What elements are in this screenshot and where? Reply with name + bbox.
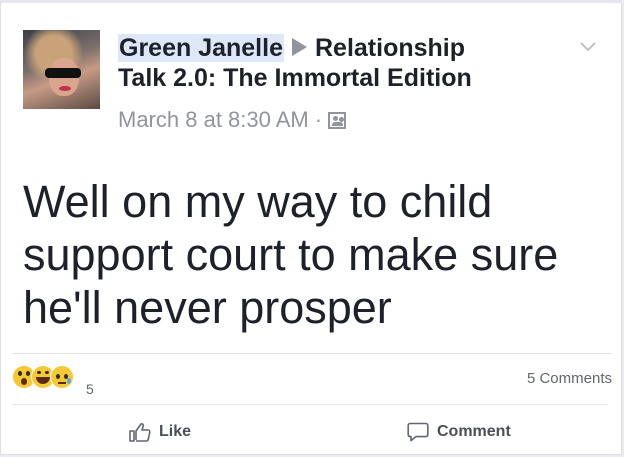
like-button[interactable]: Like xyxy=(129,417,191,447)
divider xyxy=(12,404,608,405)
post-body: Well on my way to child support court to… xyxy=(23,175,603,334)
post-card: Green Janelle Relationship Talk 2.0: The … xyxy=(0,0,622,455)
post-body-line: Well on my way to child xyxy=(23,176,493,227)
post-header: Green Janelle Relationship Talk 2.0: The … xyxy=(118,33,558,93)
thumbs-up-icon xyxy=(129,423,151,442)
arrow-right-icon xyxy=(291,38,307,57)
post-stats: 5 5 Comments xyxy=(12,353,612,404)
post-body-line: support court to make sure xyxy=(23,229,559,280)
chevron-down-icon[interactable] xyxy=(579,37,597,55)
group-icon xyxy=(328,112,347,129)
sad-reaction-icon xyxy=(50,365,74,389)
author-name[interactable]: Green Janelle xyxy=(118,34,284,62)
avatar[interactable] xyxy=(23,30,100,109)
group-name-line1[interactable]: Relationship xyxy=(315,34,465,62)
reaction-count: 5 xyxy=(86,381,94,397)
like-label: Like xyxy=(159,423,192,440)
comment-bubble-icon xyxy=(407,422,429,442)
post-body-line: he'll never prosper xyxy=(23,282,392,333)
meta-separator: · xyxy=(314,107,323,132)
post-timestamp[interactable]: March 8 at 8:30 AM xyxy=(118,107,309,132)
post-meta: March 8 at 8:30 AM · xyxy=(118,106,347,134)
comment-label: Comment xyxy=(437,423,511,440)
comment-button[interactable]: Comment xyxy=(407,417,511,447)
group-name-line2[interactable]: Talk 2.0: The Immortal Edition xyxy=(118,64,472,92)
comments-count[interactable]: 5 Comments xyxy=(527,370,612,387)
